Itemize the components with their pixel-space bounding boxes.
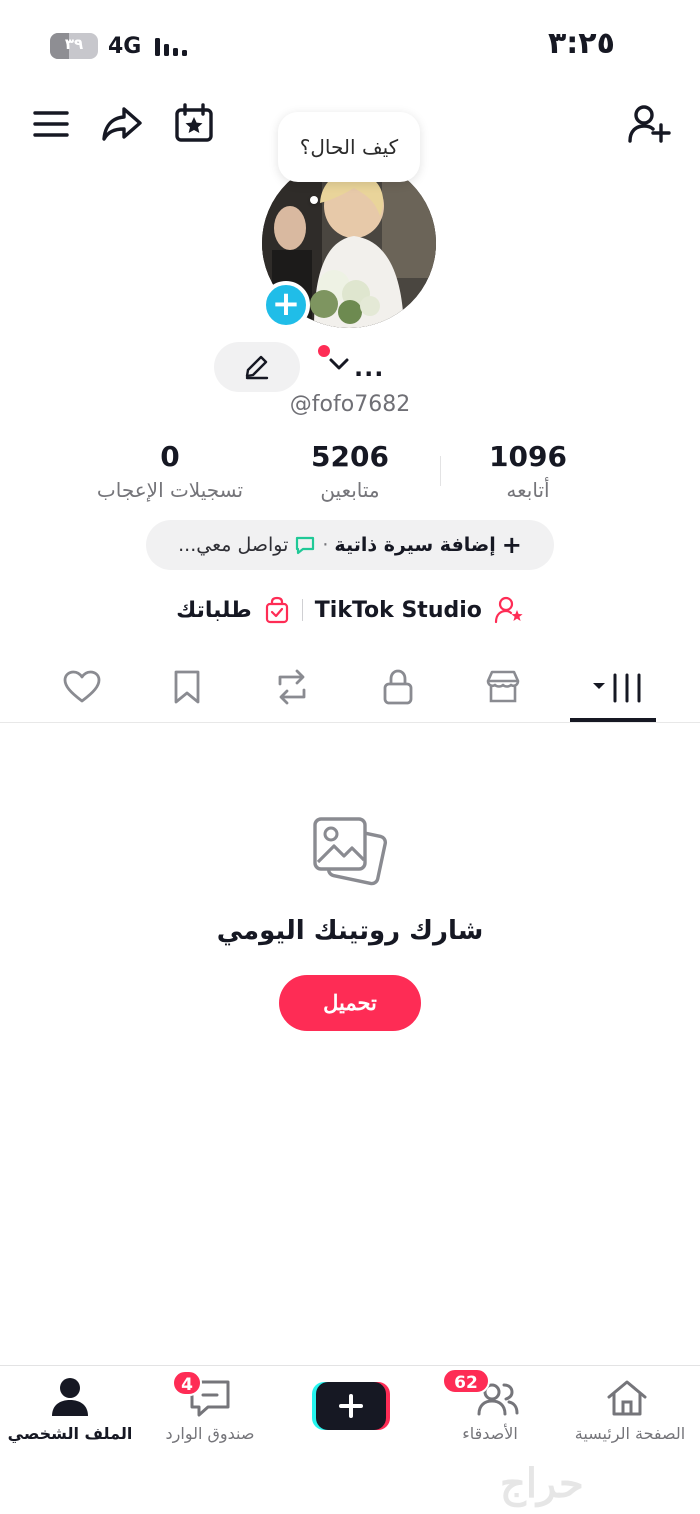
empty-state-title: شارك روتينك اليومي: [216, 916, 484, 946]
upload-button[interactable]: تحميل: [279, 975, 421, 1031]
contact-label[interactable]: تواصل معي...: [178, 534, 288, 556]
battery-level: ٣٩: [64, 35, 84, 53]
status-bubble[interactable]: كيف الحال؟: [278, 112, 420, 182]
links-row: TikTok Studio طلباتك: [0, 596, 700, 624]
photos-icon: [310, 814, 390, 894]
add-avatar-button[interactable]: +: [262, 281, 310, 329]
nav-friends-label[interactable]: الأصدقاء: [440, 1424, 540, 1443]
grid-icon: [593, 673, 641, 703]
create-plus-icon: [312, 1382, 390, 1430]
nav-home-label[interactable]: الصفحة الرئيسية: [560, 1424, 700, 1443]
tab-private[interactable]: [378, 666, 418, 708]
add-bio-label[interactable]: إضافة سيرة ذاتية: [334, 534, 495, 556]
profile-icon[interactable]: [50, 1376, 90, 1418]
bio-separator: ·: [322, 534, 329, 556]
tab-shop[interactable]: [482, 666, 524, 708]
bio-pill[interactable]: + إضافة سيرة ذاتية · تواصل معي...: [146, 520, 554, 570]
store-icon: [486, 670, 520, 703]
following-label: أتابعه: [506, 478, 550, 502]
plus-icon: +: [501, 531, 522, 559]
status-time: ٣:٢٥: [548, 26, 615, 61]
display-name[interactable]: ...: [354, 354, 384, 382]
pencil-icon: [245, 355, 269, 380]
stats-divider: [440, 456, 441, 486]
friends-badge: 62: [442, 1368, 490, 1394]
edit-profile-button[interactable]: [214, 342, 300, 392]
signal-icon: [155, 36, 191, 58]
likes-label: تسجيلات الإعجاب: [96, 478, 244, 502]
watermark-logo: حراج: [500, 1460, 584, 1507]
menu-icon[interactable]: [30, 104, 72, 144]
share-icon[interactable]: [98, 102, 146, 146]
create-button[interactable]: [312, 1380, 390, 1432]
username-handle: @fofo7682: [289, 392, 411, 417]
inbox-badge: 4: [172, 1370, 202, 1396]
status-bubble-text: كيف الحال؟: [299, 135, 399, 159]
following-count[interactable]: 1096: [468, 440, 588, 473]
nav-profile-label[interactable]: الملف الشخصي: [6, 1424, 134, 1443]
tabs-divider: [0, 722, 700, 723]
bottom-nav-divider: [0, 1365, 700, 1366]
tab-liked[interactable]: [60, 666, 104, 708]
followers-label: متابعين: [320, 478, 380, 502]
bookmark-icon: [174, 670, 200, 704]
links-divider: [301, 599, 303, 621]
nav-inbox-label[interactable]: صندوق الوارد: [150, 1424, 270, 1443]
home-icon[interactable]: [604, 1378, 650, 1418]
calendar-star-icon[interactable]: [172, 102, 216, 144]
chat-bubble-icon: [294, 534, 316, 556]
tab-reposts[interactable]: [270, 666, 314, 708]
add-friend-icon[interactable]: [626, 102, 672, 146]
tab-videos[interactable]: [580, 665, 650, 709]
lock-icon: [383, 669, 413, 705]
chevron-down-icon[interactable]: [328, 356, 350, 372]
shopping-bag-icon: [264, 596, 290, 624]
tab-favorites[interactable]: [168, 666, 206, 708]
followers-count[interactable]: 5206: [290, 440, 410, 473]
studio-icon: [494, 596, 524, 624]
repost-icon: [278, 669, 306, 705]
bubble-tail-dot: [310, 196, 318, 204]
orders-link[interactable]: طلباتك: [176, 598, 252, 623]
heart-icon: [63, 670, 101, 703]
battery-indicator: ٣٩: [50, 33, 98, 59]
network-type: 4G: [108, 34, 142, 59]
likes-count[interactable]: 0: [120, 440, 220, 473]
tiktok-studio-link[interactable]: TikTok Studio: [315, 598, 482, 623]
